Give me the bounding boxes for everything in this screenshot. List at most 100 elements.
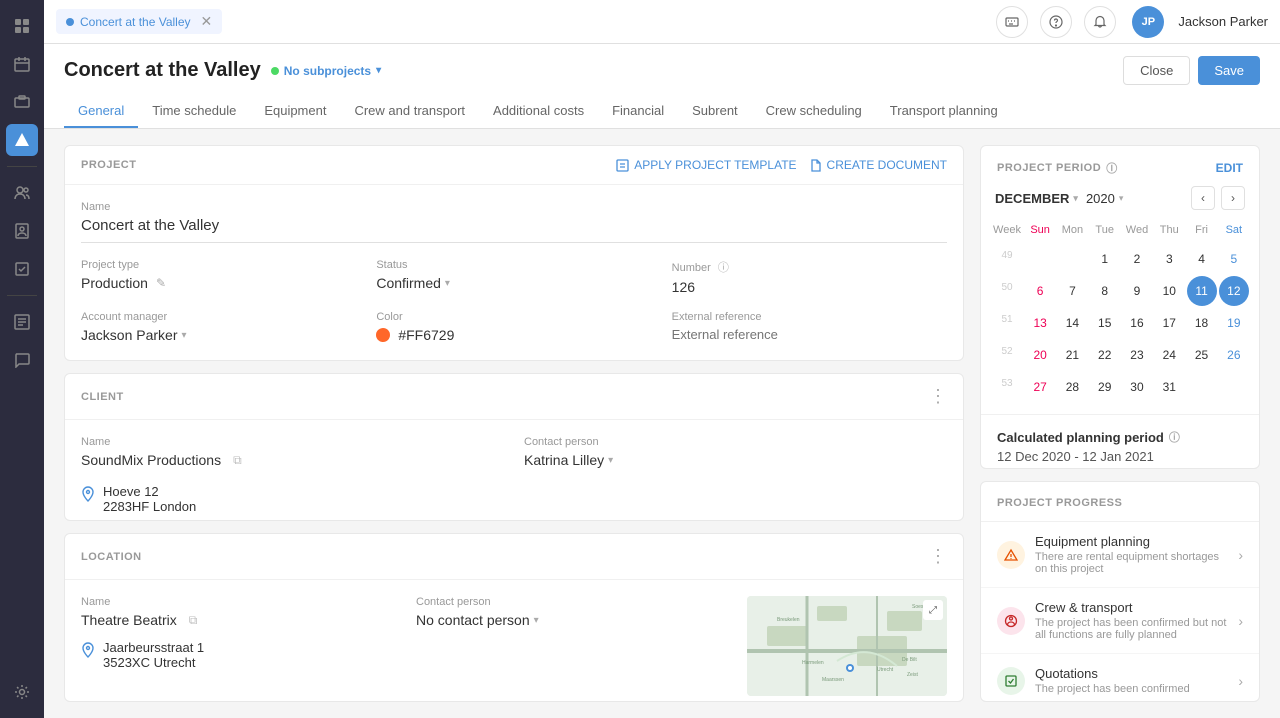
calendar-next-button[interactable]: › xyxy=(1221,186,1245,210)
location-address-row: Jaarbeursstraat 1 3523XC Utrecht xyxy=(81,640,731,670)
cal-day-13[interactable]: 13 xyxy=(1025,308,1055,338)
apply-template-button[interactable]: APPLY PROJECT TEMPLATE xyxy=(616,158,796,172)
cal-day-4[interactable]: 4 xyxy=(1187,244,1217,274)
sidebar-icon-projects[interactable] xyxy=(6,124,38,156)
cal-day-22[interactable]: 22 xyxy=(1090,340,1120,370)
sidebar-icon-reports[interactable] xyxy=(6,306,38,338)
cal-day-12[interactable]: 12 xyxy=(1219,276,1249,306)
sidebar-icon-equipment[interactable] xyxy=(6,86,38,118)
sidebar-icon-chat[interactable] xyxy=(6,344,38,376)
location-row: Name Theatre Beatrix ⧉ Contact person xyxy=(81,596,947,696)
cal-day-14[interactable]: 14 xyxy=(1057,308,1087,338)
create-document-button[interactable]: CREATE DOCUMENT xyxy=(809,158,947,172)
tab-general[interactable]: General xyxy=(64,95,138,128)
status-select[interactable]: Confirmed ▾ xyxy=(376,275,651,291)
cal-day-31[interactable]: 31 xyxy=(1154,372,1184,402)
topbar-tab-close-icon[interactable]: ✕ xyxy=(201,13,213,30)
client-card: CLIENT ⋮ Name SoundMix Productions ⧉ xyxy=(64,373,964,521)
cal-day-27[interactable]: 27 xyxy=(1025,372,1055,402)
tab-equipment[interactable]: Equipment xyxy=(250,95,340,128)
address-icon xyxy=(81,486,95,507)
account-manager-select[interactable]: Jackson Parker ▾ xyxy=(81,327,356,343)
cal-day-25[interactable]: 25 xyxy=(1187,340,1217,370)
cal-day-16[interactable]: 16 xyxy=(1122,308,1152,338)
cal-day-11[interactable]: 11 xyxy=(1187,276,1217,306)
cal-day-6[interactable]: 6 xyxy=(1025,276,1055,306)
close-button[interactable]: Close xyxy=(1123,56,1190,85)
calendar-row-51: 51 13 14 15 16 17 18 19 xyxy=(991,308,1249,338)
sidebar-icon-settings[interactable] xyxy=(6,676,38,708)
cal-day-9[interactable]: 9 xyxy=(1122,276,1152,306)
location-section-title: LOCATION xyxy=(81,551,142,563)
tab-crew-transport[interactable]: Crew and transport xyxy=(340,95,479,128)
tue-header: Tue xyxy=(1090,220,1120,240)
notifications-button[interactable] xyxy=(1084,6,1116,38)
color-dot xyxy=(376,328,390,342)
client-contact-select[interactable]: Katrina Lilley ▾ xyxy=(524,452,947,468)
sidebar-icon-grid[interactable] xyxy=(6,10,38,42)
cal-day-8[interactable]: 8 xyxy=(1090,276,1120,306)
cal-day-3[interactable]: 3 xyxy=(1154,244,1184,274)
project-card: PROJECT APPLY PROJECT TEMPLATE CREATE DO… xyxy=(64,145,964,361)
cal-day-1[interactable]: 1 xyxy=(1090,244,1120,274)
tab-transport-planning[interactable]: Transport planning xyxy=(876,95,1012,128)
crew-progress-text: Crew & transport The project has been co… xyxy=(1035,600,1228,641)
cal-day-17[interactable]: 17 xyxy=(1154,308,1184,338)
client-copy-icon[interactable]: ⧉ xyxy=(233,453,242,468)
equipment-progress-text: Equipment planning There are rental equi… xyxy=(1035,534,1228,575)
year-select[interactable]: 2020 ▾ xyxy=(1086,191,1123,206)
topbar-tab-project[interactable]: Concert at the Valley ✕ xyxy=(56,9,222,34)
location-copy-icon[interactable]: ⧉ xyxy=(189,613,198,628)
project-type-edit-icon[interactable]: ✎ xyxy=(156,276,166,290)
cal-day-24[interactable]: 24 xyxy=(1154,340,1184,370)
user-avatar[interactable]: JP xyxy=(1132,6,1164,38)
tab-financial[interactable]: Financial xyxy=(598,95,678,128)
cal-day-empty1[interactable] xyxy=(1025,244,1055,274)
subprojects-badge[interactable]: No subprojects ▾ xyxy=(271,64,381,78)
cal-day-23[interactable]: 23 xyxy=(1122,340,1152,370)
sidebar-icon-people[interactable] xyxy=(6,177,38,209)
cal-day-26[interactable]: 26 xyxy=(1219,340,1249,370)
cal-day-30[interactable]: 30 xyxy=(1122,372,1152,402)
sidebar-icon-contacts[interactable] xyxy=(6,215,38,247)
progress-item-quotations[interactable]: Quotations The project has been confirme… xyxy=(981,654,1259,702)
external-ref-input[interactable] xyxy=(672,327,947,342)
sidebar-icon-calendar[interactable] xyxy=(6,48,38,80)
project-card-actions: APPLY PROJECT TEMPLATE CREATE DOCUMENT xyxy=(616,158,947,172)
cal-day-21[interactable]: 21 xyxy=(1057,340,1087,370)
tab-crew-scheduling[interactable]: Crew scheduling xyxy=(752,95,876,128)
cal-day-2[interactable]: 2 xyxy=(1122,244,1152,274)
week-53: 53 xyxy=(991,372,1023,402)
keyboard-shortcut-button[interactable] xyxy=(996,6,1028,38)
cal-day-28[interactable]: 28 xyxy=(1057,372,1087,402)
help-button[interactable] xyxy=(1040,6,1072,38)
cal-day-5[interactable]: 5 xyxy=(1219,244,1249,274)
cal-day-15[interactable]: 15 xyxy=(1090,308,1120,338)
calendar-prev-button[interactable]: ‹ xyxy=(1191,186,1215,210)
cal-day-29[interactable]: 29 xyxy=(1090,372,1120,402)
progress-item-equipment[interactable]: Equipment planning There are rental equi… xyxy=(981,522,1259,588)
tab-additional-costs[interactable]: Additional costs xyxy=(479,95,598,128)
location-menu-button[interactable]: ⋮ xyxy=(929,546,947,567)
progress-item-crew[interactable]: Crew & transport The project has been co… xyxy=(981,588,1259,654)
external-ref-field: External reference xyxy=(672,311,947,343)
sidebar-icon-tasks[interactable] xyxy=(6,253,38,285)
cal-day-10[interactable]: 10 xyxy=(1154,276,1184,306)
location-contact-select[interactable]: No contact person ▾ xyxy=(416,612,731,628)
project-section-title: PROJECT xyxy=(81,159,136,171)
week-52: 52 xyxy=(991,340,1023,370)
cal-day-18[interactable]: 18 xyxy=(1187,308,1217,338)
tab-subrent[interactable]: Subrent xyxy=(678,95,752,128)
tab-time-schedule[interactable]: Time schedule xyxy=(138,95,250,128)
period-edit-button[interactable]: EDIT xyxy=(1216,161,1243,175)
month-select[interactable]: DECEMBER ▾ xyxy=(995,191,1078,206)
client-menu-button[interactable]: ⋮ xyxy=(929,386,947,407)
status-field: Status Confirmed ▾ xyxy=(376,259,651,295)
map-expand-icon[interactable]: ⤢ xyxy=(923,600,943,620)
cal-day-19[interactable]: 19 xyxy=(1219,308,1249,338)
cal-day-empty2[interactable] xyxy=(1057,244,1087,274)
cal-day-7[interactable]: 7 xyxy=(1057,276,1087,306)
cal-day-20[interactable]: 20 xyxy=(1025,340,1055,370)
color-value-row[interactable]: #FF6729 xyxy=(376,327,651,343)
save-button[interactable]: Save xyxy=(1198,56,1260,85)
